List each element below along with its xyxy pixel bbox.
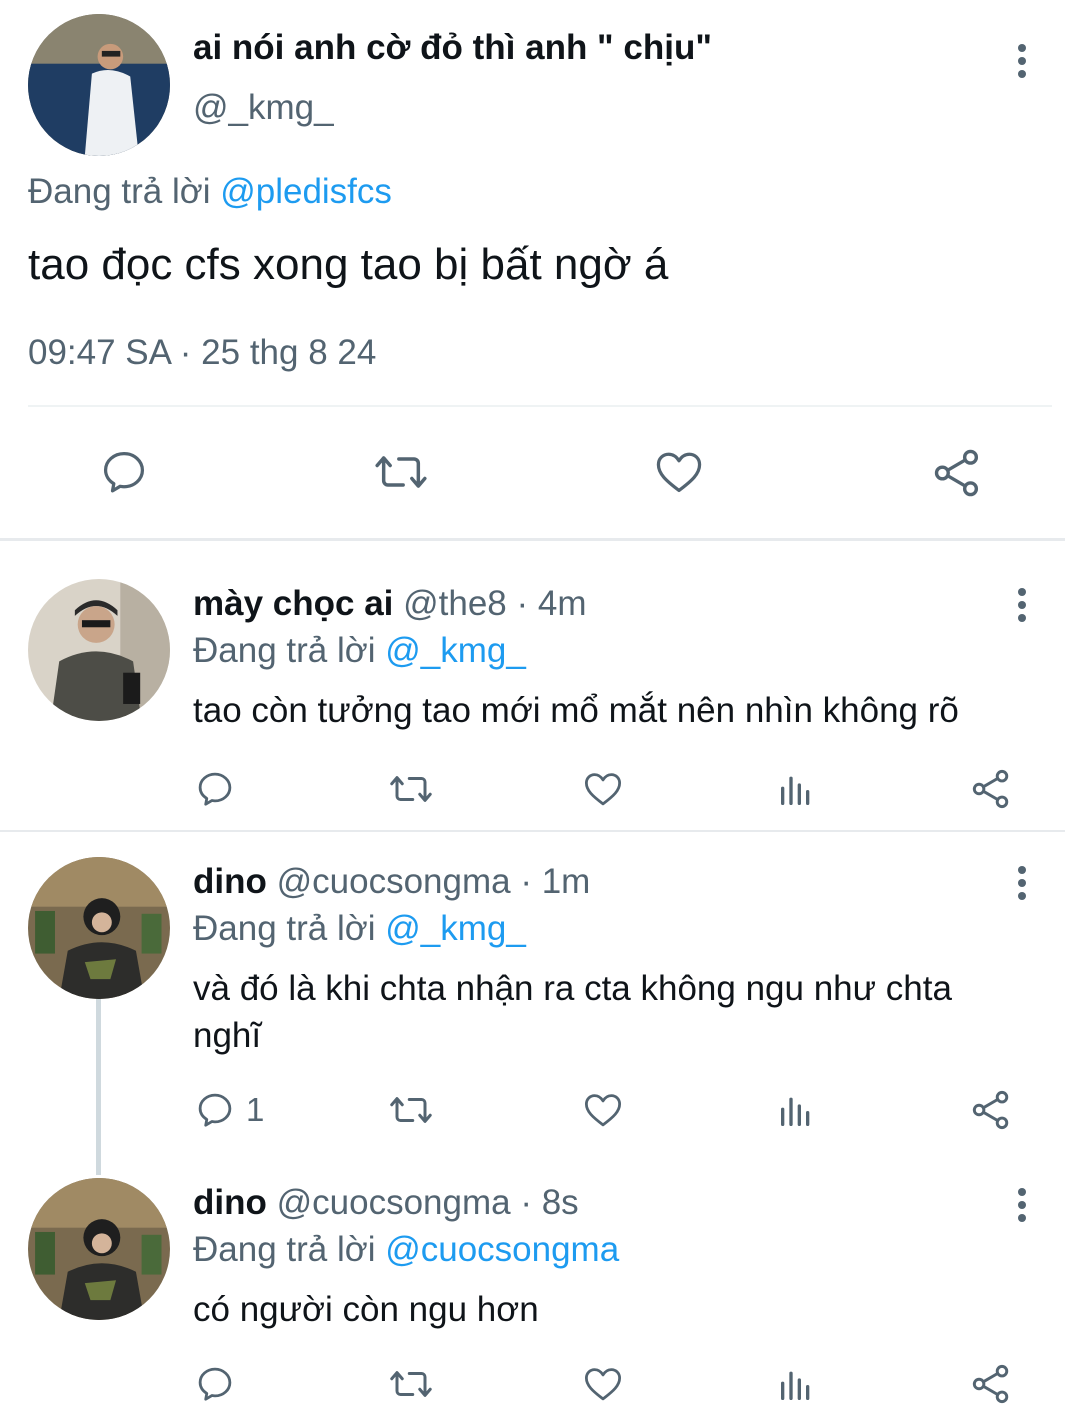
reply-1-replying-line: Đang trả lời @_kmg_ [193, 631, 526, 671]
reply-button[interactable] [98, 446, 150, 498]
reply-2-text-line-1: và đó là khi chta nhận ra cta không ngu … [193, 969, 952, 1008]
views-icon [781, 1097, 810, 1126]
main-replying-line: Đang trả lời @pledisfcs [28, 172, 392, 212]
like-button[interactable] [652, 446, 706, 498]
more-options-button[interactable] [1007, 1184, 1037, 1234]
replying-prefix: Đang trả lời [193, 631, 376, 670]
share-button[interactable] [969, 1088, 1013, 1132]
more-vertical-icon [1018, 44, 1026, 78]
like-button[interactable] [581, 1089, 625, 1131]
reply-1-display-name[interactable]: mày chọc ai [193, 584, 393, 623]
reply-1-handle[interactable]: @the8 [403, 584, 507, 623]
replying-to-link[interactable]: @cuocsongma [385, 1230, 619, 1269]
like-icon [584, 773, 622, 806]
like-icon [656, 452, 702, 493]
reply-3-time[interactable]: · 8s [520, 1183, 578, 1222]
retweet-icon [390, 776, 432, 802]
section-separator [0, 538, 1065, 541]
like-button[interactable] [581, 1363, 625, 1405]
reply-1-header: mày chọc ai @the8 · 4m [193, 584, 587, 624]
views-icon [781, 1371, 810, 1400]
more-options-button[interactable] [1007, 40, 1037, 90]
share-button[interactable] [930, 446, 984, 500]
more-vertical-icon [1018, 866, 1026, 900]
more-options-button[interactable] [1007, 862, 1037, 912]
reply-icon [198, 1367, 232, 1401]
share-button[interactable] [969, 767, 1013, 811]
reply-icon [198, 1093, 232, 1127]
reply-1-time[interactable]: · 4m [517, 584, 587, 623]
retweet-button[interactable] [386, 1363, 436, 1405]
retweet-button[interactable] [370, 446, 432, 498]
retweet-icon [390, 1371, 432, 1397]
views-button[interactable] [776, 1091, 816, 1131]
reply-3-header: dino @cuocsongma · 8s [193, 1183, 579, 1223]
avatar-reply-3[interactable] [28, 1178, 170, 1320]
main-display-name[interactable]: ai nói anh cờ đỏ thì anh " chịu" [193, 28, 712, 68]
share-button[interactable] [969, 1362, 1013, 1406]
reply-2-text-line-2: nghĩ [193, 1016, 262, 1055]
retweet-icon [390, 1097, 432, 1123]
retweet-icon [375, 456, 427, 488]
reply-icon [198, 772, 232, 806]
divider [28, 405, 1052, 407]
more-vertical-icon [1018, 588, 1026, 622]
replying-to-link[interactable]: @pledisfcs [220, 172, 392, 211]
reply-3-text: có người còn ngu hơn [193, 1290, 539, 1329]
reply-button[interactable] [194, 1089, 236, 1131]
main-handle[interactable]: @_kmg_ [193, 88, 334, 128]
reply-1-text: tao còn tưởng tao mới mổ mắt nên nhìn kh… [193, 691, 959, 730]
thread-line [96, 995, 101, 1175]
share-icon [972, 1364, 1009, 1404]
reply-button[interactable] [194, 1363, 236, 1405]
more-vertical-icon [1018, 1188, 1026, 1222]
replying-prefix: Đang trả lời [193, 1230, 376, 1269]
reply-2-replying-line: Đang trả lời @_kmg_ [193, 909, 526, 949]
views-icon [781, 776, 810, 805]
reply-3-replying-line: Đang trả lời @cuocsongma [193, 1230, 619, 1270]
reply-2-header: dino @cuocsongma · 1m [193, 862, 590, 902]
more-options-button[interactable] [1007, 584, 1037, 634]
replying-to-link[interactable]: @_kmg_ [385, 631, 526, 670]
retweet-button[interactable] [386, 768, 436, 810]
main-timestamp[interactable]: 09:47 SA · 25 thg 8 24 [28, 333, 376, 373]
like-icon [584, 1368, 622, 1401]
main-tweet-text: tao đọc cfs xong tao bị bất ngờ á [28, 240, 669, 289]
reply-2-handle[interactable]: @cuocsongma [277, 862, 511, 901]
share-icon [972, 1090, 1009, 1130]
retweet-button[interactable] [386, 1089, 436, 1131]
avatar-reply-1[interactable] [28, 579, 170, 721]
share-icon [934, 449, 979, 497]
share-icon [972, 769, 1009, 809]
reply-3-display-name[interactable]: dino [193, 1183, 267, 1222]
replying-prefix: Đang trả lời [193, 909, 376, 948]
reply-button[interactable] [194, 768, 236, 810]
reply-count: 1 [246, 1091, 265, 1128]
replying-prefix: Đang trả lời [28, 172, 211, 211]
section-separator [0, 830, 1065, 832]
like-icon [584, 1094, 622, 1127]
reply-3-handle[interactable]: @cuocsongma [277, 1183, 511, 1222]
reply-2-display-name[interactable]: dino [193, 862, 267, 901]
avatar-reply-2[interactable] [28, 857, 170, 999]
views-button[interactable] [776, 1365, 816, 1405]
reply-icon [103, 451, 145, 493]
like-button[interactable] [581, 768, 625, 810]
avatar-main[interactable] [28, 14, 170, 156]
views-button[interactable] [776, 770, 816, 810]
reply-2-time[interactable]: · 1m [520, 862, 590, 901]
replying-to-link[interactable]: @_kmg_ [385, 909, 526, 948]
